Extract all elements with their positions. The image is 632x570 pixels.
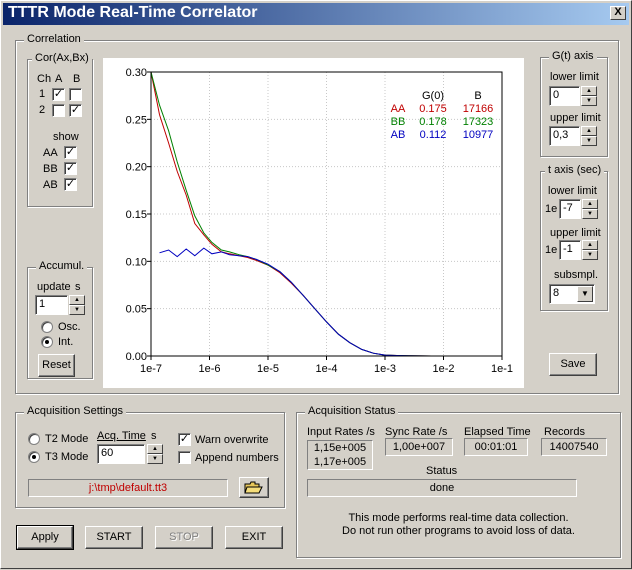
x-tick-label: 1e-1 — [491, 363, 513, 375]
exit-button[interactable]: EXIT — [225, 526, 283, 549]
subsmpl-label: subsmpl. — [554, 269, 599, 281]
t3-mode-radio[interactable] — [28, 451, 40, 463]
t-upper-input[interactable]: -1 — [559, 240, 581, 260]
y-tick-label: 0.20 — [126, 162, 147, 174]
t3-mode-label: T3 Mode — [45, 451, 89, 463]
x-tick-label: 1e-3 — [374, 363, 396, 375]
t-lower-label: lower limit — [548, 185, 597, 197]
x-tick-label: 1e-2 — [432, 363, 454, 375]
gt-lower-label: lower limit — [550, 71, 599, 83]
t-lower-input[interactable]: -7 — [559, 199, 581, 219]
legend-b-aa: 17166 — [463, 103, 494, 115]
file-path-display: j:\tmp\default.tt3 — [28, 479, 228, 497]
gt-lower-spinner[interactable]: ▲ ▼ — [581, 86, 597, 106]
legend-name-ab: AB — [391, 129, 406, 141]
save-button[interactable]: Save — [549, 353, 597, 376]
y-tick-label: 0.30 — [126, 67, 147, 79]
input-rate-a: 1,15e+005 — [313, 442, 367, 454]
open-folder-button[interactable] — [239, 477, 269, 498]
folder-icon — [244, 481, 263, 494]
spin-down-icon[interactable]: ▼ — [582, 209, 598, 219]
status-display: done — [307, 479, 577, 497]
input-rates-display: 1,15e+005 1,17e+005 — [307, 440, 373, 470]
stop-button[interactable]: STOP — [155, 526, 213, 549]
y-tick-label: 0.10 — [126, 256, 147, 268]
y-tick-label: 0.25 — [126, 114, 147, 126]
elapsed-time-label: Elapsed Time — [464, 426, 531, 438]
legend-g0-bb: 0.178 — [419, 116, 447, 128]
gt-lower-input[interactable]: 0 — [549, 86, 580, 106]
gt-upper-spinner[interactable]: ▲ ▼ — [581, 126, 597, 146]
main-window: TTTR Mode Real-Time Correlator X Correla… — [0, 0, 632, 569]
spin-down-icon[interactable]: ▼ — [582, 250, 598, 260]
append-numbers-label: Append numbers — [195, 452, 279, 464]
acq-time-input[interactable]: 60 — [97, 444, 145, 464]
gt-upper-label: upper limit — [550, 112, 601, 124]
records-label: Records — [544, 426, 585, 438]
note-line-2: Do not run other programs to avoid loss … — [342, 525, 575, 537]
status-label: Status — [426, 465, 458, 477]
warn-overwrite-checkbox[interactable]: ✓ — [178, 433, 191, 446]
x-tick-label: 1e-7 — [140, 363, 162, 375]
t-axis-group-label: t axis (sec) — [545, 164, 605, 176]
spin-up-icon[interactable]: ▲ — [582, 240, 598, 250]
y-tick-label: 0.15 — [126, 209, 147, 221]
spin-down-icon[interactable]: ▼ — [581, 136, 597, 146]
elapsed-time-display: 00:01:01 — [464, 438, 528, 456]
gt-upper-input[interactable]: 0,3 — [549, 126, 580, 146]
chart-grid — [150, 71, 503, 357]
y-tick-label: 0.00 — [126, 351, 147, 363]
acq-time-label: Acq. Time — [97, 430, 146, 442]
t2-mode-label: T2 Mode — [45, 433, 89, 445]
spin-down-icon[interactable]: ▼ — [147, 454, 163, 464]
sync-rate-label: Sync Rate /s — [385, 426, 448, 438]
x-tick-label: 1e-5 — [257, 363, 279, 375]
t-lower-prefix: 1e — [545, 203, 558, 215]
legend-b-ab: 10977 — [463, 129, 494, 141]
legend-header-b: B — [474, 90, 481, 102]
legend-g0-aa: 0.175 — [419, 103, 447, 115]
input-rate-b: 1,17e+005 — [313, 456, 367, 468]
warn-overwrite-label: Warn overwrite — [195, 434, 269, 446]
spin-up-icon[interactable]: ▲ — [582, 199, 598, 209]
chevron-down-icon[interactable]: ▼ — [577, 286, 593, 302]
spin-up-icon[interactable]: ▲ — [147, 444, 163, 454]
legend-name-bb: BB — [391, 116, 406, 128]
subsmpl-value: 8 — [553, 287, 560, 299]
note-line-1: This mode performs real-time data collec… — [348, 512, 569, 524]
t-upper-spinner[interactable]: ▲ ▼ — [582, 240, 598, 260]
spin-up-icon[interactable]: ▲ — [581, 126, 597, 136]
series-line-ab — [159, 247, 444, 357]
legend-header-g0: G(0) — [422, 90, 444, 102]
sync-rate-display: 1,00e+007 — [385, 438, 453, 456]
legend-g0-ab: 0.112 — [420, 129, 447, 141]
acq-settings-group-label: Acquisition Settings — [24, 405, 126, 417]
x-tick-label: 1e-4 — [315, 363, 337, 375]
apply-button[interactable]: Apply — [16, 525, 74, 550]
t-upper-prefix: 1e — [545, 244, 558, 256]
t2-mode-radio[interactable] — [28, 433, 40, 445]
gt-axis-group-label: G(t) axis — [549, 50, 597, 62]
acq-status-group-label: Acquisition Status — [305, 405, 399, 417]
records-display: 14007540 — [541, 438, 607, 456]
append-numbers-checkbox[interactable] — [178, 451, 191, 464]
t-lower-spinner[interactable]: ▲ ▼ — [582, 199, 598, 219]
legend-name-aa: AA — [391, 103, 406, 115]
input-rates-label: Input Rates /s — [307, 426, 375, 438]
start-button[interactable]: START — [85, 526, 143, 549]
legend-b-bb: 17323 — [463, 116, 494, 128]
acq-time-spinner[interactable]: ▲ ▼ — [147, 444, 163, 464]
spin-up-icon[interactable]: ▲ — [581, 86, 597, 96]
acq-time-unit: s — [151, 430, 157, 442]
spin-down-icon[interactable]: ▼ — [581, 96, 597, 106]
t-upper-label: upper limit — [550, 227, 601, 239]
y-tick-label: 0.05 — [126, 304, 147, 316]
x-tick-label: 1e-6 — [198, 363, 220, 375]
